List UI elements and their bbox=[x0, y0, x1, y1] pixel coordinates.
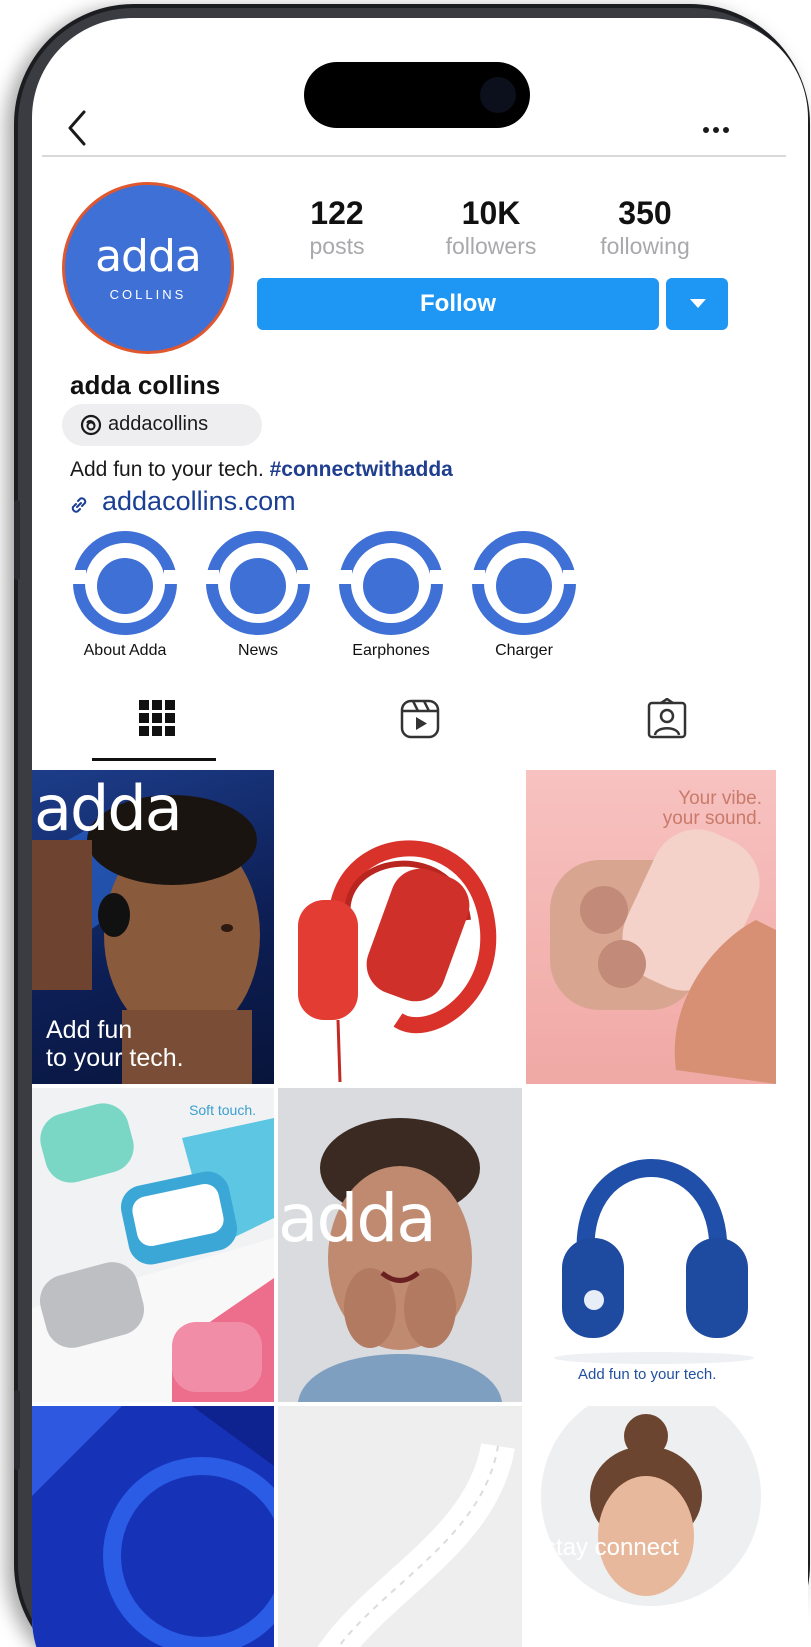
app-screen: adda COLLINS 122 posts 10K followers 350… bbox=[32, 18, 808, 1647]
tab-reels[interactable] bbox=[354, 686, 484, 748]
grid-caption: Add fun to your tech. bbox=[578, 1366, 717, 1383]
airpod-cases-illustration bbox=[32, 1103, 274, 1402]
grid-caption: Add fun bbox=[46, 1016, 133, 1044]
tab-selected-indicator bbox=[92, 758, 216, 761]
highlight-about-adda[interactable]: About Adda bbox=[60, 530, 190, 662]
woman-bun-illustration bbox=[541, 1406, 761, 1606]
grid-post-1[interactable]: adda Add fun to your tech. bbox=[32, 770, 274, 1084]
grid-post-4[interactable]: Soft touch. bbox=[32, 1088, 274, 1402]
tagged-icon bbox=[647, 698, 687, 739]
link-icon bbox=[71, 497, 87, 513]
blue-headphones-illustration bbox=[554, 1159, 754, 1364]
adda-logo-icon bbox=[338, 531, 444, 635]
front-camera bbox=[480, 77, 516, 113]
posts-stat[interactable]: 122 posts bbox=[272, 194, 402, 260]
highlight-label: Charger bbox=[495, 642, 553, 659]
following-stat[interactable]: 350 following bbox=[580, 194, 710, 260]
highlight-label: About Adda bbox=[83, 642, 167, 659]
posts-label: posts bbox=[309, 233, 365, 259]
grid-post-3[interactable]: Your vibe. your sound. bbox=[526, 770, 776, 1084]
bio-text: Add fun to your tech. #connectwithadda bbox=[70, 458, 453, 482]
grid-post-6[interactable]: Add fun to your tech. bbox=[526, 1088, 776, 1402]
following-label: following bbox=[600, 233, 690, 259]
caret-down-icon bbox=[690, 299, 706, 308]
bio-line: Add fun to your tech. bbox=[70, 458, 270, 481]
grid-post-7[interactable] bbox=[32, 1406, 274, 1647]
adda-logo-icon bbox=[471, 531, 577, 635]
phone-side-button bbox=[14, 1390, 20, 1470]
grid-caption: Your vibe. bbox=[678, 788, 762, 809]
reels-icon bbox=[400, 699, 440, 739]
threads-icon bbox=[80, 414, 102, 436]
grid-post-2[interactable] bbox=[278, 770, 522, 1084]
grid-caption: to your tech. bbox=[46, 1044, 184, 1072]
profile-name: adda collins bbox=[70, 370, 221, 400]
adda-logo-icon bbox=[205, 531, 311, 635]
followers-label: followers bbox=[445, 233, 537, 259]
follow-button[interactable]: Follow bbox=[257, 278, 659, 330]
white-cable-illustration bbox=[317, 1442, 515, 1647]
grid-post-8[interactable] bbox=[278, 1406, 522, 1647]
highlight-news[interactable]: News bbox=[193, 530, 323, 662]
highlight-charger[interactable]: Charger bbox=[459, 530, 589, 662]
tab-tagged[interactable] bbox=[601, 686, 731, 748]
back-button[interactable] bbox=[62, 96, 102, 150]
red-headphones-illustration bbox=[298, 840, 497, 1083]
following-count: 350 bbox=[618, 195, 672, 231]
phone-side-button bbox=[14, 500, 20, 580]
website-url: addacollins.com bbox=[102, 486, 296, 516]
threads-handle: addacollins bbox=[108, 413, 209, 435]
followers-count: 10K bbox=[461, 195, 521, 231]
highlight-label: Earphones bbox=[352, 642, 430, 659]
grid-logo-text: adda bbox=[278, 1180, 437, 1257]
ellipsis-icon bbox=[703, 127, 729, 133]
chevron-left-icon bbox=[68, 110, 86, 146]
posts-count: 122 bbox=[310, 195, 364, 231]
followers-stat[interactable]: 10K followers bbox=[426, 194, 556, 260]
avatar-logo-subtitle: COLLINS bbox=[109, 287, 187, 302]
more-options-button[interactable] bbox=[700, 118, 740, 142]
grid-caption: Soft touch. bbox=[189, 1102, 256, 1118]
grid-icon bbox=[139, 700, 175, 736]
highlight-earphones[interactable]: Earphones bbox=[326, 530, 456, 662]
grid-caption: stay connect bbox=[544, 1534, 679, 1561]
bio-hashtag[interactable]: #connectwithadda bbox=[270, 458, 453, 481]
grid-post-9[interactable]: stay connect bbox=[526, 1406, 776, 1647]
suggested-dropdown-button[interactable] bbox=[666, 278, 728, 330]
grid-logo-text: adda bbox=[34, 772, 183, 845]
dynamic-island bbox=[304, 62, 530, 128]
profile-avatar[interactable]: adda COLLINS bbox=[62, 182, 234, 354]
highlight-label: News bbox=[237, 642, 278, 659]
adda-logo-icon bbox=[72, 531, 178, 635]
tab-posts-grid[interactable] bbox=[92, 686, 222, 748]
threads-badge[interactable]: addacollins bbox=[62, 404, 262, 446]
grid-caption: your sound. bbox=[662, 808, 762, 829]
blue-abstract-illustration bbox=[32, 1406, 274, 1647]
avatar-logo: adda bbox=[95, 231, 202, 282]
top-divider bbox=[42, 155, 786, 157]
grid-post-5[interactable]: adda bbox=[278, 1088, 522, 1402]
